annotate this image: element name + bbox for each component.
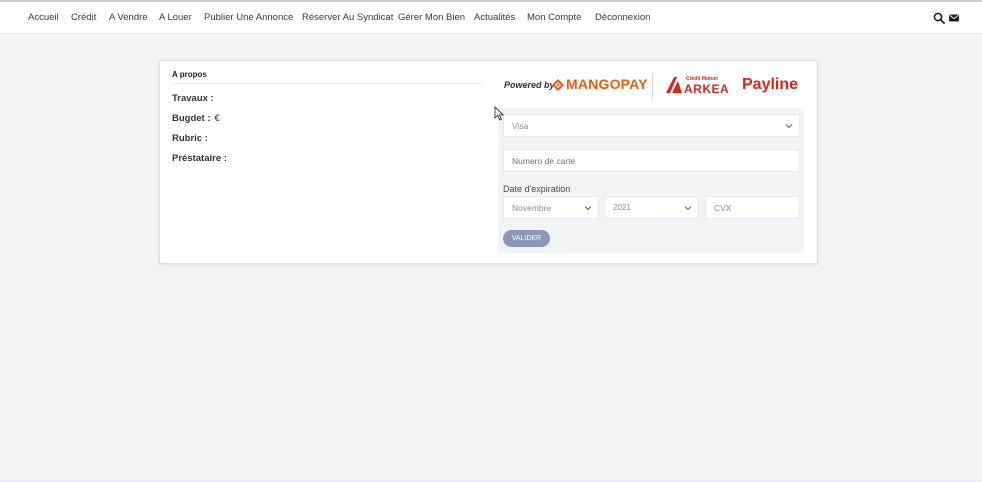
- nav-credit[interactable]: Crédit: [71, 12, 96, 23]
- nav-a-louer[interactable]: A Louer: [159, 12, 192, 23]
- card-type-value: Visa: [512, 120, 529, 131]
- info-value: €: [214, 113, 220, 124]
- payline-logo-text: Payline: [742, 76, 799, 93]
- info-label: Préstataire :: [172, 153, 227, 164]
- info-row-travaux: Travaux :: [172, 93, 218, 104]
- logo-divider: [652, 73, 653, 99]
- valider-button[interactable]: VALIDER: [503, 230, 550, 247]
- mouse-cursor-icon: [494, 106, 504, 121]
- arkea-logo-icon: [666, 77, 682, 93]
- nav-deconnexion[interactable]: Déconnexion: [595, 12, 650, 23]
- payment-logos: Powered by MANGOPAY Crédit Mutuel ARKEA …: [502, 73, 802, 99]
- top-navbar: Accueil Crédit A Vendre A Louer Publier …: [0, 2, 982, 34]
- mangopay-logo-text: MANGOPAY: [566, 76, 648, 92]
- info-label: Bugdet :: [172, 113, 211, 124]
- nav-actualites[interactable]: Actualités: [474, 12, 515, 23]
- info-label: Travaux :: [172, 93, 214, 104]
- info-label: Rubric :: [172, 133, 208, 144]
- expiry-label: Date d'expiration: [503, 184, 571, 194]
- card-number-placeholder: Numero de carte: [512, 155, 576, 166]
- month-value: Novembre: [512, 202, 552, 213]
- nav-a-vendre[interactable]: A Vendre: [109, 12, 148, 23]
- year-value: 2021: [613, 203, 631, 212]
- chevron-down-icon: [684, 205, 692, 210]
- nav-publier-annonce[interactable]: Publier Une Annonce: [204, 12, 293, 23]
- nav-reserver-syndicat[interactable]: Réserver Au Syndicat: [302, 12, 393, 23]
- expiry-year-select[interactable]: 2021: [604, 196, 699, 219]
- mail-icon[interactable]: [948, 12, 960, 24]
- cvx-placeholder: CVX: [714, 202, 732, 213]
- payment-form: Visa Numero de carte Date d'expiration N…: [498, 108, 804, 253]
- payment-card: A propos Travaux : Bugdet : € Rubric : Pr…: [159, 60, 818, 264]
- info-row-budget: Bugdet : €: [172, 113, 220, 124]
- card-number-field[interactable]: Numero de carte: [503, 149, 800, 172]
- info-row-rubric: Rubric :: [172, 133, 212, 144]
- chevron-down-icon: [584, 205, 592, 210]
- nav-mon-compte[interactable]: Mon Compte: [527, 12, 581, 23]
- mangopay-logo-icon: [552, 79, 564, 91]
- nav-accueil[interactable]: Accueil: [28, 12, 59, 23]
- card-type-select[interactable]: Visa: [503, 114, 800, 137]
- about-title: A propos: [172, 70, 482, 84]
- nav-gerer-bien[interactable]: Gérer Mon Bien: [398, 12, 465, 23]
- info-row-prestataire: Préstataire :: [172, 153, 231, 164]
- expiry-month-select[interactable]: Novembre: [503, 196, 599, 219]
- powered-by-label: Powered by: [504, 80, 555, 90]
- cvx-field[interactable]: CVX: [705, 196, 800, 219]
- arkea-logo-text: ARKEA: [684, 82, 730, 96]
- search-icon[interactable]: [933, 12, 945, 24]
- chevron-down-icon: [785, 123, 793, 128]
